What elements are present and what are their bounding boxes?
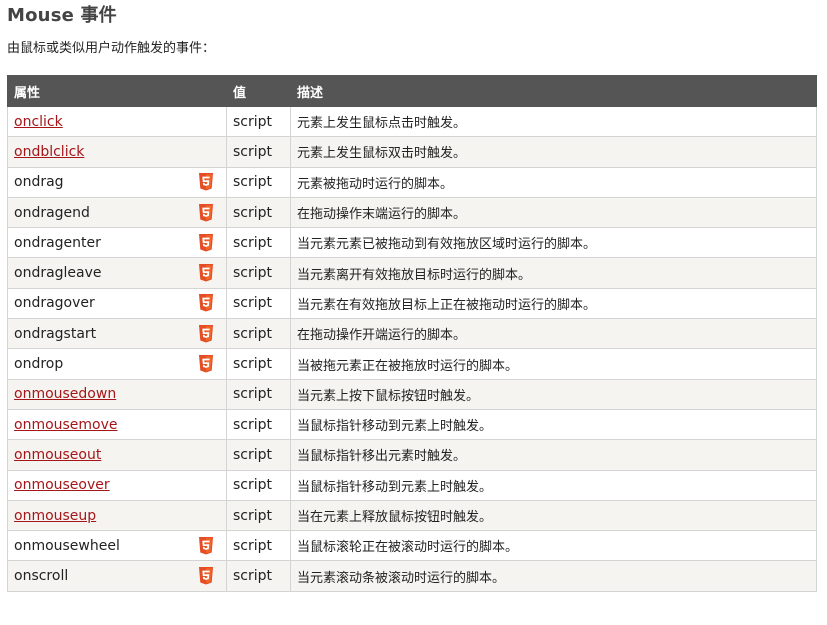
event-link-onmousedown[interactable]: onmousedown [14,386,116,402]
header-value: 值 [226,75,291,107]
description-cell: 当鼠标滚轮正在被滚动时运行的脚本。 [290,530,817,562]
attribute-cell: onmouseout [7,439,227,471]
event-link-ondblclick[interactable]: ondblclick [14,144,84,160]
description-cell: 当元素在有效拖放目标上正在被拖动时运行的脚本。 [290,287,817,320]
html5-icon [198,233,214,252]
value-cell: script [226,227,291,259]
event-name-ondragend: ondragend [14,204,90,221]
event-name-ondragstart: ondragstart [14,325,97,342]
table-row: onmouseout script 当鼠标指针移出元素时触发。 [7,439,817,471]
table-header-row: 属性 值 描述 [7,75,817,107]
value-cell: script [226,136,291,168]
header-attribute: 属性 [7,75,227,107]
description-cell: 当鼠标指针移动到元素上时触发。 [290,469,817,501]
event-name-ondrag: ondrag [14,174,64,191]
value-cell: script [226,378,291,410]
attribute-cell: ondrag [7,166,227,198]
html5-icon [198,567,214,585]
description-cell: 当元素离开有效拖放目标时运行的脚本。 [290,257,817,289]
table-row: onmousemove script 当鼠标指针移动到元素上时触发。 [7,408,817,441]
value-cell: script [226,408,291,441]
event-link-onclick[interactable]: onclick [14,114,63,130]
attribute-cell: onmousewheel [7,530,227,562]
description-cell: 当在元素上释放鼠标按钮时触发。 [290,499,817,532]
event-name-ondragenter: ondragenter [14,234,101,251]
table-row: onmousewheel script 当鼠标滚轮正在被滚动时运行的脚本。 [7,530,817,562]
page-title: Mouse 事件 [7,5,117,26]
table-row: onmousedown script 当元素上按下鼠标按钮时触发。 [7,378,817,410]
value-cell: script [226,439,291,471]
description-cell: 元素上发生鼠标点击时触发。 [290,105,817,138]
description-cell: 元素被拖动时运行的脚本。 [290,166,817,198]
description-cell: 元素上发生鼠标双击时触发。 [290,136,817,168]
attribute-cell: ondrop [7,348,227,380]
description-cell: 当元素上按下鼠标按钮时触发。 [290,378,817,410]
event-name-onmousewheel: onmousewheel [14,537,120,554]
table-row: ondragstart script 在拖动操作开端运行的脚本。 [7,318,817,350]
description-cell: 当元素滚动条被滚动时运行的脚本。 [290,560,817,592]
table-row: onmouseover script 当鼠标指针移动到元素上时触发。 [7,469,817,501]
table-row: onclick script 元素上发生鼠标点击时触发。 [7,105,817,138]
value-cell: script [226,257,291,289]
html5-icon [198,294,214,312]
attribute-cell: onscroll [7,560,227,592]
table-row: ondragend script 在拖动操作末端运行的脚本。 [7,196,817,229]
description-cell: 当鼠标指针移动到元素上时触发。 [290,408,817,441]
event-link-onmouseup[interactable]: onmouseup [14,508,96,524]
intro-text: 由鼠标或类似用户动作触发的事件： [7,41,216,56]
event-name-ondragleave: ondragleave [14,265,102,282]
value-cell: script [226,166,291,198]
value-cell: script [226,105,291,138]
description-cell: 当元素元素已被拖动到有效拖放区域时运行的脚本。 [290,227,817,259]
value-cell: script [226,469,291,501]
table-row: ondblclick script 元素上发生鼠标双击时触发。 [7,136,817,168]
attribute-cell: ondragover [7,287,227,320]
value-cell: script [226,318,291,350]
attribute-cell: ondblclick [7,136,227,168]
value-cell: script [226,530,291,562]
html5-icon [198,264,214,282]
event-link-onmouseout[interactable]: onmouseout [14,447,101,463]
html5-icon [198,324,214,343]
event-name-ondragover: ondragover [14,295,95,312]
description-cell: 当鼠标指针移出元素时触发。 [290,439,817,471]
attribute-cell: onmousedown [7,378,227,410]
table-row: ondrop script 当被拖元素正在被拖放时运行的脚本。 [7,348,817,380]
attribute-cell: onmouseup [7,499,227,532]
value-cell: script [226,560,291,592]
html5-icon [198,355,214,373]
description-cell: 当被拖元素正在被拖放时运行的脚本。 [290,348,817,380]
html5-icon [198,536,214,555]
html5-icon [198,203,214,222]
event-name-ondrop: ondrop [14,356,64,373]
description-cell: 在拖动操作末端运行的脚本。 [290,196,817,229]
attribute-cell: ondragend [7,196,227,229]
event-link-onmousemove[interactable]: onmousemove [14,417,118,433]
table-row: ondragenter script 当元素元素已被拖动到有效拖放区域时运行的脚本。 [7,227,817,259]
table-row: ondragover script 当元素在有效拖放目标上正在被拖动时运行的脚本。 [7,287,817,320]
event-link-onmouseover[interactable]: onmouseover [14,477,110,493]
attribute-cell: ondragstart [7,318,227,350]
header-description: 描述 [290,75,817,107]
attribute-cell: onmouseover [7,469,227,501]
value-cell: script [226,196,291,229]
event-name-onscroll: onscroll [14,568,69,585]
attribute-cell: ondragleave [7,257,227,289]
html5-icon [198,173,214,191]
table-row: ondragleave script 当元素离开有效拖放目标时运行的脚本。 [7,257,817,289]
value-cell: script [226,287,291,320]
table-row: onscroll script 当元素滚动条被滚动时运行的脚本。 [7,560,817,592]
attribute-cell: ondragenter [7,227,227,259]
description-cell: 在拖动操作开端运行的脚本。 [290,318,817,350]
attribute-cell: onmousemove [7,408,227,441]
attribute-cell: onclick [7,105,227,138]
value-cell: script [226,348,291,380]
mouse-events-table: 属性 值 描述 onclick script 元素上发生鼠标点击时触发。 ondblc… [7,75,817,592]
table-row: onmouseup script 当在元素上释放鼠标按钮时触发。 [7,499,817,532]
table-row: ondrag script 元素被拖动时运行的脚本。 [7,166,817,198]
value-cell: script [226,499,291,532]
